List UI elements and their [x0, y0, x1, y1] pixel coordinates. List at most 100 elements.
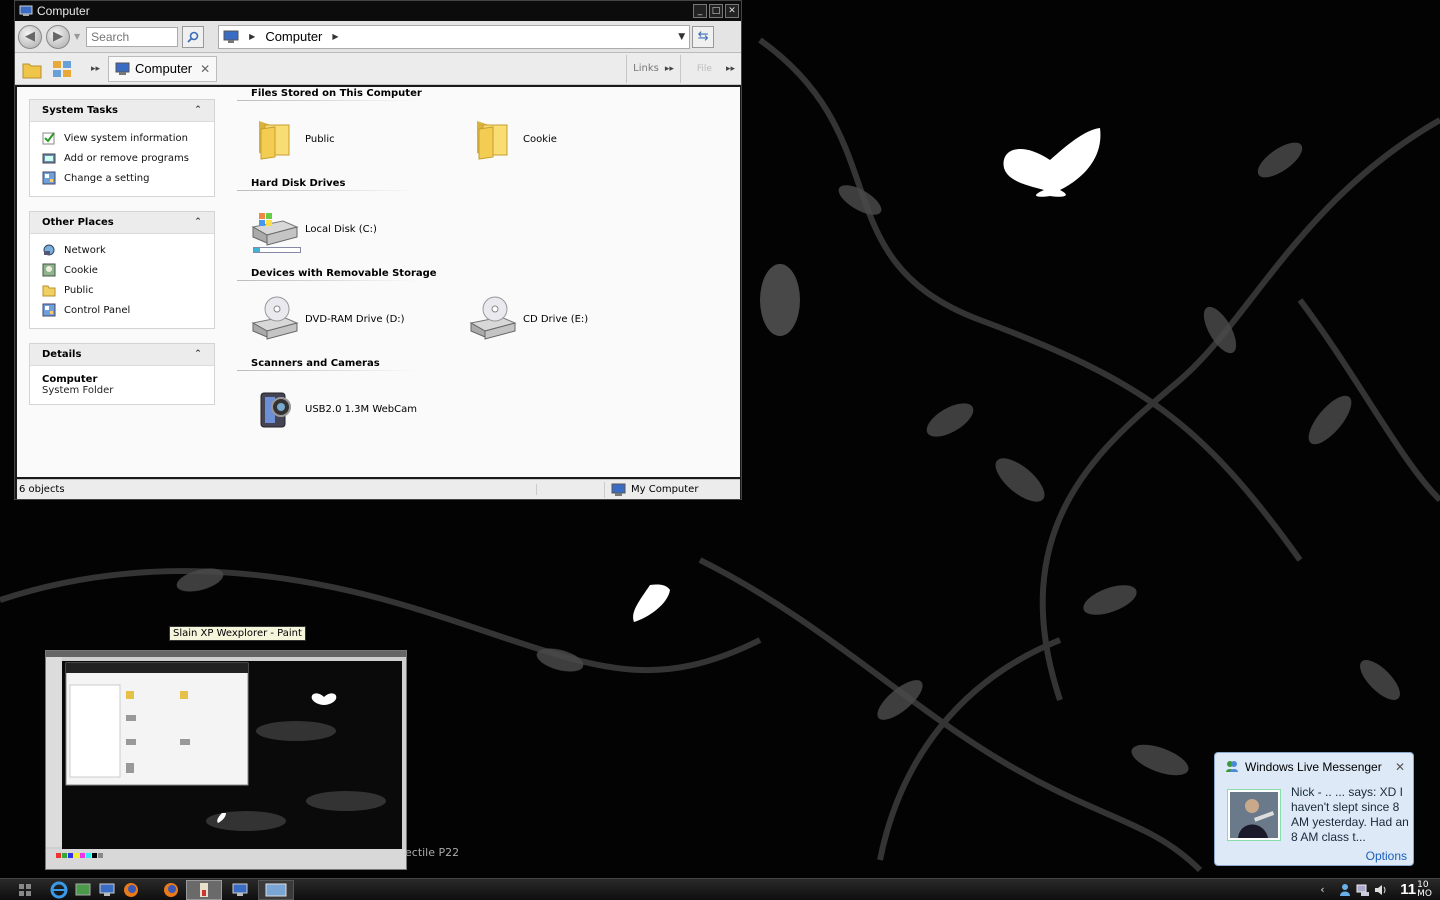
back-button[interactable]: ◀	[18, 24, 42, 49]
volume-icon[interactable]	[1374, 883, 1388, 897]
place-control-panel[interactable]: Control Panel	[42, 300, 202, 320]
folder-icon	[477, 121, 508, 160]
refresh-button[interactable]: ⇆	[692, 25, 715, 48]
list-item-dvd-drive[interactable]: DVD-RAM Drive (D:)	[237, 295, 455, 343]
task-view-system-information[interactable]: View system information	[42, 128, 202, 148]
place-cookie[interactable]: Cookie	[42, 260, 202, 280]
system-tray: ‹ 11 10 MO	[1316, 880, 1440, 899]
item-label: Cookie	[523, 133, 557, 145]
check-icon	[42, 132, 55, 145]
messenger-window-icon	[265, 883, 287, 896]
computer-icon[interactable]	[98, 881, 116, 899]
taskbar-thumbnail-preview[interactable]	[45, 650, 407, 870]
optical-drive-icon	[469, 296, 517, 340]
collapse-icon[interactable]: ⌃	[192, 349, 204, 361]
network-icon[interactable]	[1356, 883, 1370, 897]
group-header: Hard Disk Drives	[237, 177, 537, 191]
taskbar-thumbnail-tooltip: Slain XP Wexplorer - Paint	[169, 626, 306, 641]
history-dropdown-icon[interactable]: ▼	[74, 32, 80, 41]
start-grid-icon[interactable]	[18, 883, 32, 897]
breadcrumb-arrow-icon[interactable]: ▶	[249, 32, 255, 41]
system-tasks-header[interactable]: System Tasks ⌃	[30, 100, 214, 122]
place-public[interactable]: Public	[42, 280, 202, 300]
taskbar-task-paint[interactable]	[186, 879, 222, 900]
close-icon[interactable]: ✕	[1395, 760, 1405, 774]
taskbar-task-messenger[interactable]	[258, 879, 294, 900]
place-network[interactable]: Network	[42, 240, 202, 260]
firefox-icon[interactable]	[162, 881, 180, 899]
folder-icon	[42, 285, 56, 297]
tray-expand-icon[interactable]: ‹	[1320, 883, 1334, 897]
desktop-icon[interactable]	[74, 881, 92, 899]
links-label[interactable]: Links	[633, 63, 659, 74]
taskbar: ‹ 11 10 MO	[0, 878, 1440, 900]
panel-title: Details	[42, 349, 82, 360]
task-label: View system information	[64, 132, 188, 144]
file-menu-label[interactable]: File	[697, 64, 712, 74]
toolbar-chevron-icon[interactable]: ▸▸	[91, 64, 100, 74]
window-title: Computer	[37, 4, 90, 18]
file-list: Files Stored on This Computer Public Coo…	[227, 87, 740, 477]
user-folder-icon	[42, 263, 56, 277]
close-button[interactable]: ✕	[725, 4, 739, 18]
collapse-icon[interactable]: ⌃	[192, 105, 204, 117]
details-type: System Folder	[42, 385, 114, 396]
status-bar: 6 objects My Computer	[17, 479, 740, 499]
address-dropdown-icon[interactable]: ▼	[678, 32, 685, 42]
tab-computer[interactable]: Computer ✕	[108, 55, 218, 82]
breadcrumb-computer[interactable]: Computer	[265, 29, 322, 44]
breadcrumb-arrow-icon[interactable]: ▶	[332, 32, 338, 41]
collapse-icon[interactable]: ⌃	[192, 217, 204, 229]
views-icon[interactable]	[51, 58, 73, 80]
system-tasks-panel: System Tasks ⌃ View system information A…	[29, 99, 215, 197]
place-label: Control Panel	[64, 304, 131, 316]
minimize-button[interactable]: _	[693, 4, 707, 18]
toolbar: ▸▸ Computer ✕ Links ▸▸ File ▸▸	[15, 53, 741, 85]
explorer-window: Computer _ □ ✕ ◀ ▶ ▼ ▶ Computer ▶ ▼ ⇆ ▸▸…	[14, 0, 742, 500]
search-button[interactable]	[182, 25, 205, 48]
links-chevron-icon[interactable]: ▸▸	[665, 64, 674, 74]
clock-minute-block[interactable]: 10 MO	[1417, 880, 1432, 899]
task-change-setting[interactable]: Change a setting	[42, 168, 202, 188]
clock-hour[interactable]: 11	[1400, 881, 1416, 898]
title-bar[interactable]: Computer _ □ ✕	[15, 1, 741, 21]
address-field[interactable]: ▶ Computer ▶ ▼	[218, 24, 691, 49]
internet-explorer-icon[interactable]	[50, 881, 68, 899]
address-bar: ◀ ▶ ▼ ▶ Computer ▶ ▼ ⇆	[15, 21, 741, 53]
maximize-button[interactable]: □	[709, 4, 723, 18]
list-item-cd-drive[interactable]: CD Drive (E:)	[455, 295, 673, 343]
list-item-cookie[interactable]: Cookie	[455, 115, 673, 163]
status-location-label: My Computer	[631, 484, 699, 495]
avatar	[1227, 789, 1281, 841]
search-input[interactable]	[86, 26, 179, 47]
network-icon	[43, 244, 55, 256]
messenger-notification[interactable]: Windows Live Messenger ✕ Nick - .. ... s…	[1214, 752, 1414, 866]
forward-button[interactable]: ▶	[46, 24, 70, 49]
item-label: DVD-RAM Drive (D:)	[305, 313, 405, 325]
firefox-icon[interactable]	[122, 881, 140, 899]
menu-chevron-icon[interactable]: ▸▸	[726, 64, 735, 74]
group-header: Devices with Removable Storage	[237, 267, 537, 281]
toolbar-divider	[679, 54, 681, 83]
taskbar-task-explorer[interactable]	[228, 880, 252, 900]
toolbar-divider	[626, 54, 628, 83]
tab-close-icon[interactable]: ✕	[200, 62, 210, 76]
panel-title: Other Places	[42, 217, 114, 228]
status-object-count: 6 objects	[19, 484, 537, 495]
messenger-status-icon[interactable]	[1338, 883, 1352, 897]
list-item-public[interactable]: Public	[237, 115, 455, 163]
list-item-local-disk[interactable]: Local Disk (C:)	[237, 205, 455, 253]
folders-icon[interactable]	[21, 58, 43, 80]
list-item-webcam[interactable]: USB2.0 1.3M WebCam	[237, 385, 455, 433]
computer-icon	[611, 483, 626, 496]
status-location: My Computer	[611, 483, 698, 497]
messenger-icon	[1226, 761, 1238, 772]
task-add-remove-programs[interactable]: Add or remove programs	[42, 148, 202, 168]
other-places-header[interactable]: Other Places ⌃	[30, 212, 214, 234]
details-header[interactable]: Details ⌃	[30, 344, 214, 366]
messenger-options-link[interactable]: Options	[1366, 849, 1407, 863]
programs-icon	[42, 153, 56, 164]
messenger-message: Nick - .. ... says: XD I haven't slept s…	[1291, 785, 1409, 844]
group-header: Scanners and Cameras	[237, 357, 537, 371]
explorer-content: System Tasks ⌃ View system information A…	[17, 87, 740, 477]
